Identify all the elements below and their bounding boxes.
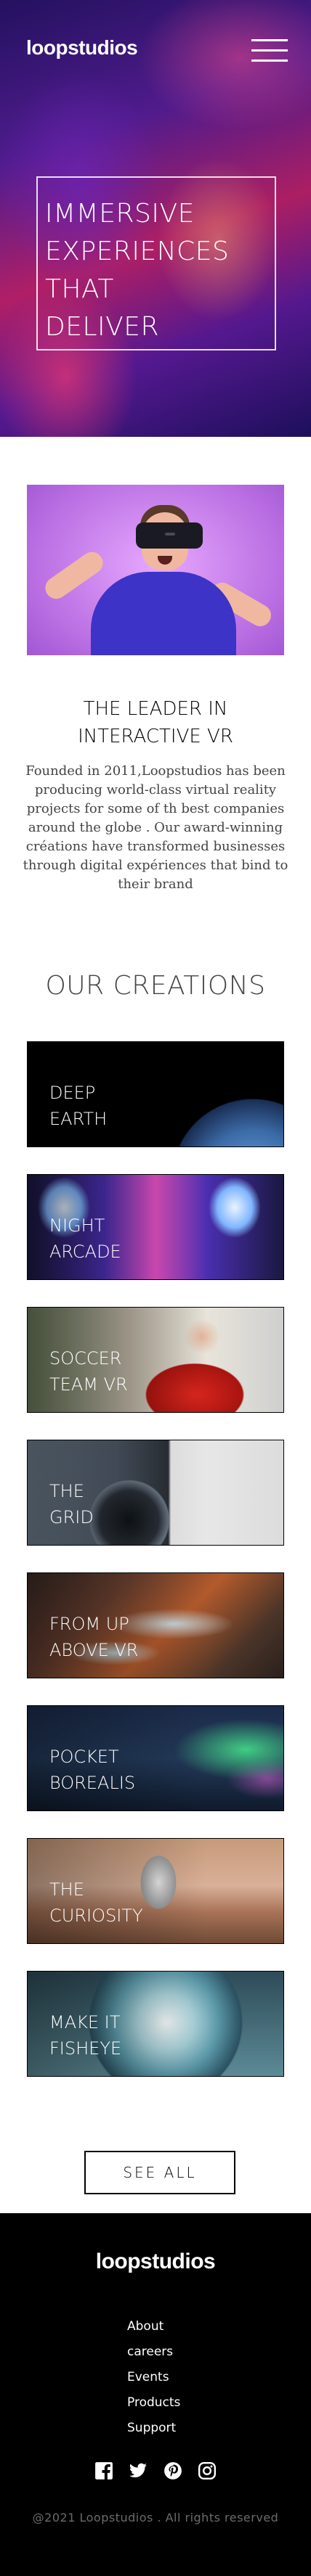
creation-card-label: THE GRID bbox=[49, 1481, 94, 1527]
pinterest-icon[interactable] bbox=[163, 2461, 182, 2480]
footer-logo[interactable]: loopstudios bbox=[0, 2249, 311, 2274]
creation-card-pocket-borealis[interactable]: POCKET BOREALIS bbox=[27, 1705, 284, 1811]
creation-card-label: MAKE IT FISHEYE bbox=[49, 2012, 122, 2059]
social-links bbox=[94, 2461, 217, 2482]
footer-nav: About careers Events Products Support bbox=[127, 2313, 272, 2440]
intro-paragraph: Founded in 2011,Loopstudios has been pro… bbox=[23, 763, 288, 892]
intro-heading: THE LEADER IN INTERACTIVE VR bbox=[78, 698, 233, 747]
creation-card-from-up-above-vr[interactable]: FROM UP ABOVE VR bbox=[27, 1572, 284, 1678]
hero-title: IMMERSIVE EXPERIENCES THAT DELIVER bbox=[45, 199, 230, 342]
creation-card-label: POCKET BOREALIS bbox=[49, 1747, 136, 1793]
copyright-text: @2021 Loopstudios . All rights reserved bbox=[32, 2511, 279, 2524]
site-logo[interactable]: loopstudios bbox=[26, 36, 138, 60]
creation-card-label: FROM UP ABOVE VR bbox=[49, 1614, 139, 1660]
creation-card-deep-earth[interactable]: DEEP EARTH bbox=[27, 1041, 284, 1147]
hero-headline-box: IMMERSIVE EXPERIENCES THAT DELIVER bbox=[36, 176, 276, 350]
menu-bar bbox=[251, 39, 288, 41]
instagram-icon[interactable] bbox=[198, 2461, 217, 2480]
footer-link-products[interactable]: Products bbox=[127, 2395, 180, 2410]
creation-card-label: DEEP EARTH bbox=[49, 1083, 108, 1129]
footer: loopstudios About careers Events Product… bbox=[0, 2213, 311, 2576]
creations-title: OUR CREATIONS bbox=[45, 971, 266, 1001]
footer-link-events[interactable]: Events bbox=[127, 2370, 169, 2384]
creation-card-night-arcade[interactable]: NIGHT ARCADE bbox=[27, 1174, 284, 1280]
creation-card-soccer-team-vr[interactable]: SOCCER TEAM VR bbox=[27, 1307, 284, 1413]
hero-section: loopstudios IMMERSIVE EXPERIENCES THAT D… bbox=[0, 0, 311, 437]
creation-card-make-it-fisheye[interactable]: MAKE IT FISHEYE bbox=[27, 1971, 284, 2077]
creation-card-label: SOCCER TEAM VR bbox=[49, 1348, 128, 1395]
creation-card-label: NIGHT ARCADE bbox=[49, 1215, 121, 1262]
vr-headset bbox=[136, 522, 203, 549]
twitter-icon[interactable] bbox=[129, 2461, 148, 2480]
creation-card-the-curiosity[interactable]: THE CURIOSITY bbox=[27, 1838, 284, 1944]
facebook-icon[interactable] bbox=[94, 2461, 113, 2480]
vr-person-image bbox=[27, 485, 284, 655]
hamburger-menu-icon[interactable] bbox=[251, 39, 288, 62]
creation-card-label: THE CURIOSITY bbox=[49, 1879, 143, 1926]
footer-link-support[interactable]: Support bbox=[127, 2421, 176, 2435]
footer-link-about[interactable]: About bbox=[127, 2319, 163, 2334]
see-all-button[interactable]: SEE ALL bbox=[84, 2151, 235, 2194]
footer-link-careers[interactable]: careers bbox=[127, 2345, 173, 2359]
creation-card-the-grid[interactable]: THE GRID bbox=[27, 1440, 284, 1546]
menu-bar bbox=[251, 60, 288, 62]
menu-bar bbox=[251, 49, 288, 52]
